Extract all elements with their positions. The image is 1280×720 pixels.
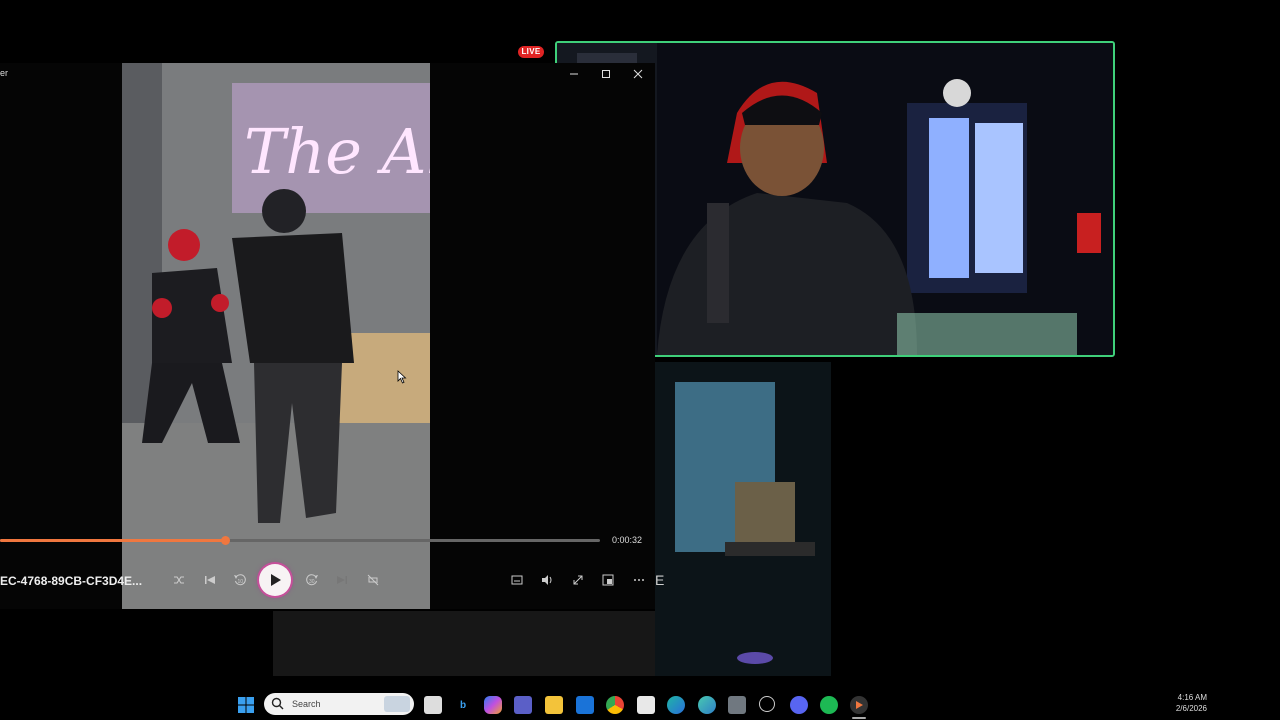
live-badge: LIVE: [518, 46, 544, 58]
elapsed-time: 0:00:32: [612, 535, 643, 545]
spotify-icon[interactable]: [820, 696, 838, 714]
volume-icon: [542, 575, 552, 585]
outlook-icon[interactable]: [576, 696, 594, 714]
fullscreen-icon: [573, 575, 583, 585]
stream-tile-room: [655, 362, 831, 676]
edge-dev-icon[interactable]: [698, 696, 716, 714]
fullscreen-button[interactable]: [566, 568, 590, 592]
file-explorer-icon[interactable]: [545, 696, 563, 714]
active-app-indicator: [852, 717, 866, 719]
search-highlight-icon: [384, 696, 410, 712]
subtitles-button[interactable]: [505, 568, 529, 592]
clock-date[interactable]: 2/6/2026: [1171, 704, 1207, 713]
task-view-icon[interactable]: [424, 696, 442, 714]
window-title: er: [0, 68, 9, 78]
bing-icon[interactable]: b: [454, 696, 472, 714]
minimize-icon: [570, 73, 578, 75]
teams-icon[interactable]: [514, 696, 532, 714]
seek-bar[interactable]: [0, 539, 600, 542]
next-button[interactable]: [330, 568, 354, 592]
maximize-icon: [602, 70, 610, 78]
previous-icon: [205, 576, 215, 584]
rewind-button[interactable]: 10: [228, 568, 252, 592]
overlay-letter: E: [655, 572, 665, 588]
close-button[interactable]: [623, 65, 653, 83]
play-button[interactable]: [259, 564, 291, 596]
windows-start-icon[interactable]: [237, 696, 255, 714]
video-neon-sign: The Aka: [244, 115, 430, 188]
previous-button[interactable]: [198, 568, 222, 592]
media-player-icon[interactable]: [850, 696, 868, 714]
stream-tile-bottom: [273, 611, 655, 676]
close-icon: [633, 69, 643, 79]
copilot-icon[interactable]: [484, 696, 502, 714]
next-icon: [337, 576, 347, 584]
maximize-button[interactable]: [591, 65, 621, 83]
shuffle-button[interactable]: [167, 568, 191, 592]
search-placeholder: Search: [292, 699, 321, 709]
seek-thumb[interactable]: [221, 536, 230, 545]
settings-icon[interactable]: [759, 696, 775, 712]
calculator-icon[interactable]: [728, 696, 746, 714]
seek-progress: [0, 539, 225, 542]
forward-30-icon: 30: [306, 574, 318, 586]
repeat-off-icon: [367, 574, 379, 586]
video-frame[interactable]: The Aka: [122, 63, 430, 609]
room-feed: [655, 362, 831, 676]
more-icon: [634, 579, 644, 581]
subtitles-icon: [511, 575, 523, 585]
mini-view-icon: [602, 574, 614, 586]
taskbar-search[interactable]: Search: [264, 693, 414, 715]
play-small-icon: [856, 701, 863, 709]
repeat-button[interactable]: [361, 568, 385, 592]
volume-button[interactable]: [535, 568, 559, 592]
media-filename[interactable]: EC-4768-89CB-CF3D4E...: [0, 574, 142, 588]
rewind-10-icon: 10: [234, 574, 246, 586]
store-icon[interactable]: [637, 696, 655, 714]
play-icon: [271, 574, 281, 586]
taskbar: Search b 4:16 AM 2/6/2026: [0, 688, 1280, 720]
mini-view-button[interactable]: [596, 568, 620, 592]
search-icon: [271, 697, 284, 710]
edge-icon[interactable]: [667, 696, 685, 714]
discord-icon[interactable]: [790, 696, 808, 714]
forward-button[interactable]: 30: [300, 568, 324, 592]
video-content: The Aka: [122, 63, 430, 609]
mouse-cursor-icon: [397, 370, 407, 384]
shuffle-icon: [174, 576, 184, 584]
svg-text:30: 30: [309, 579, 315, 585]
media-player-window[interactable]: er The Aka 0:00:32 E: [0, 63, 655, 609]
more-options-button[interactable]: [627, 568, 651, 592]
windows-logo-icon: [238, 697, 254, 713]
chrome-icon[interactable]: [606, 696, 624, 714]
svg-text:10: 10: [238, 579, 244, 585]
clock-time[interactable]: 4:16 AM: [1175, 693, 1207, 702]
minimize-button[interactable]: [559, 65, 589, 83]
